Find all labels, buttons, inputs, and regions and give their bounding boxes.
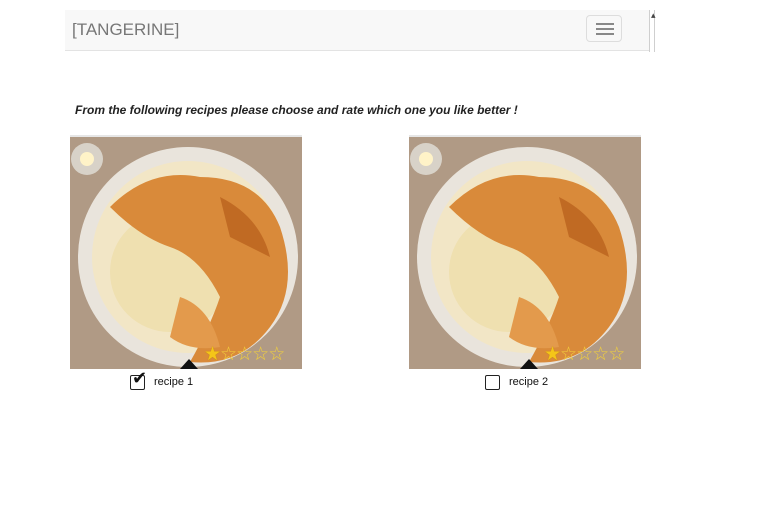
recipe-pointer-1: [180, 359, 198, 369]
recipe-pointer-2: [520, 359, 538, 369]
star-icon[interactable]: ★: [544, 343, 561, 365]
recipe-1-checkbox[interactable]: ✔: [130, 370, 147, 390]
recipe-card-2: ★☆☆☆☆: [409, 135, 641, 369]
instruction-text: From the following recipes please choose…: [75, 103, 518, 117]
recipe-2-checkbox[interactable]: [485, 375, 500, 390]
recipe-image-2: [409, 135, 641, 369]
brand-title[interactable]: [TANGERINE]: [72, 20, 179, 40]
star-icon[interactable]: ☆: [576, 343, 593, 365]
star-icon[interactable]: ☆: [560, 343, 577, 365]
recipe-image-1: [70, 135, 302, 369]
star-rating-2[interactable]: ★☆☆☆☆: [544, 343, 625, 365]
hamburger-menu-icon: [596, 23, 614, 25]
hamburger-bar: [596, 28, 614, 30]
recipe-card-1: ★☆☆☆☆: [70, 135, 302, 369]
star-icon[interactable]: ☆: [220, 343, 237, 365]
star-rating-1[interactable]: ★☆☆☆☆: [204, 343, 285, 365]
star-icon[interactable]: ☆: [608, 343, 625, 365]
hamburger-menu-button[interactable]: [586, 15, 622, 42]
star-icon[interactable]: ★: [204, 343, 221, 365]
recipe-2-label[interactable]: recipe 2: [509, 376, 548, 388]
hamburger-bar: [596, 33, 614, 35]
caret-up-icon: ▴: [651, 10, 656, 20]
top-navbar: [TANGERINE]: [65, 10, 649, 51]
star-icon[interactable]: ☆: [592, 343, 609, 365]
recipe-1-label[interactable]: recipe 1: [154, 376, 193, 388]
checkmark-icon: ✔: [132, 368, 148, 389]
star-icon[interactable]: ☆: [252, 343, 269, 365]
star-icon[interactable]: ☆: [268, 343, 285, 365]
star-icon[interactable]: ☆: [236, 343, 253, 365]
